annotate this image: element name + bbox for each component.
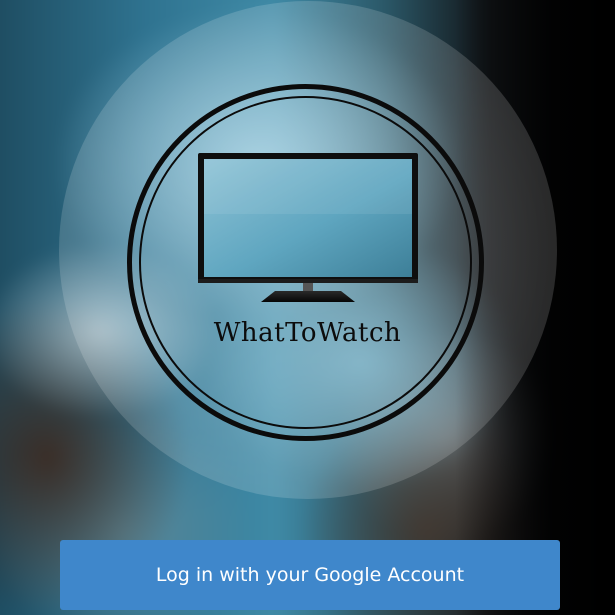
tv-icon: [198, 153, 418, 302]
google-login-button[interactable]: Log in with your Google Account: [60, 540, 560, 610]
login-screen: WhatToWatch Log in with your Google Acco…: [0, 0, 615, 615]
app-name: WhatToWatch: [213, 318, 402, 348]
